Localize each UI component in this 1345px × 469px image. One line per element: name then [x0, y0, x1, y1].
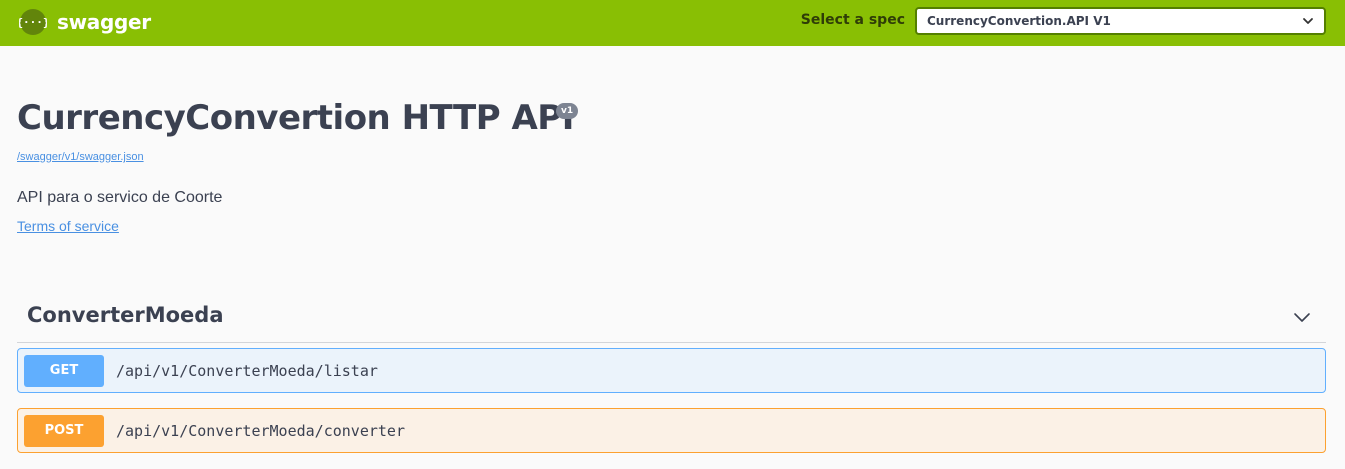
operation-path: /api/v1/ConverterMoeda/listar	[116, 361, 378, 380]
method-badge-post: POST	[24, 414, 104, 447]
spec-select-label: Select a spec	[800, 12, 905, 28]
operation-path: /api/v1/ConverterMoeda/converter	[116, 421, 405, 440]
chevron-down-icon	[1303, 18, 1313, 24]
operation-get-listar[interactable]: GET /api/v1/ConverterMoeda/listar	[17, 348, 1326, 393]
spec-url-link[interactable]: /swagger/v1/swagger.json	[17, 151, 144, 163]
swagger-logo[interactable]: {···} swagger	[19, 7, 151, 37]
brand-name: swagger	[57, 10, 151, 34]
tag-header-convertermoeda[interactable]: ConverterMoeda	[17, 290, 1326, 343]
chevron-down-icon[interactable]	[1292, 307, 1312, 327]
spec-select[interactable]: CurrencyConvertion.API V1	[915, 7, 1326, 35]
api-title: CurrencyConvertion HTTP API	[17, 98, 574, 138]
svg-text:{···}: {···}	[19, 16, 47, 29]
topbar: {···} swagger Select a spec CurrencyConv…	[0, 0, 1345, 46]
api-description: API para o servico de Coorte	[17, 189, 223, 206]
tag-name: ConverterMoeda	[27, 303, 224, 327]
method-badge-get: GET	[24, 354, 104, 387]
spec-select-value: CurrencyConvertion.API V1	[927, 14, 1111, 28]
operation-post-converter[interactable]: POST /api/v1/ConverterMoeda/converter	[17, 408, 1326, 453]
terms-of-service-link[interactable]: Terms of service	[17, 218, 119, 234]
swagger-logo-icon: {···}	[19, 9, 47, 35]
version-badge: v1	[556, 103, 579, 119]
